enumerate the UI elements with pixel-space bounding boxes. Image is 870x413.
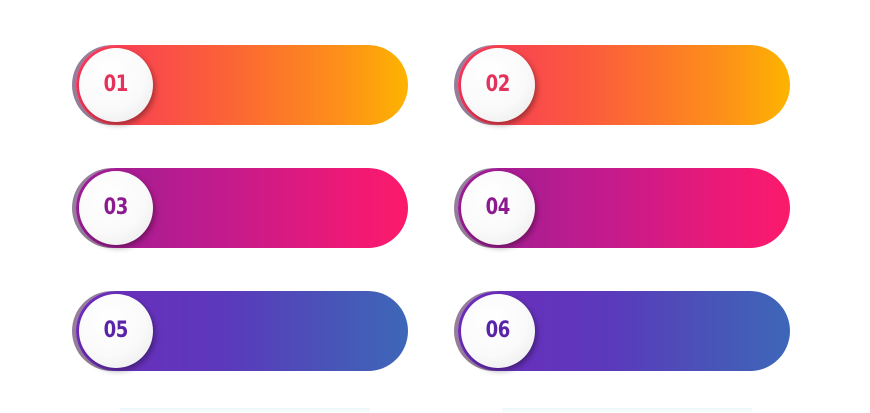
bottom-edge-fade (502, 408, 752, 413)
banner-03: 03 (76, 168, 408, 248)
badge-number: 01 (103, 72, 129, 97)
number-badge: 06 (461, 294, 535, 368)
badge-number: 06 (485, 318, 511, 343)
number-badge: 05 (79, 294, 153, 368)
number-badge: 03 (79, 171, 153, 245)
badge-number: 04 (485, 195, 511, 220)
badge-number: 05 (103, 318, 129, 343)
banner-04: 04 (458, 168, 790, 248)
banner-02: 02 (458, 45, 790, 125)
banner-06: 06 (458, 291, 790, 371)
badge-number: 03 (103, 195, 129, 220)
bottom-edge-fade (120, 408, 370, 413)
number-badge: 02 (461, 48, 535, 122)
banner-01: 01 (76, 45, 408, 125)
number-badge: 01 (79, 48, 153, 122)
banner-05: 05 (76, 291, 408, 371)
badge-number: 02 (485, 72, 511, 97)
number-badge: 04 (461, 171, 535, 245)
